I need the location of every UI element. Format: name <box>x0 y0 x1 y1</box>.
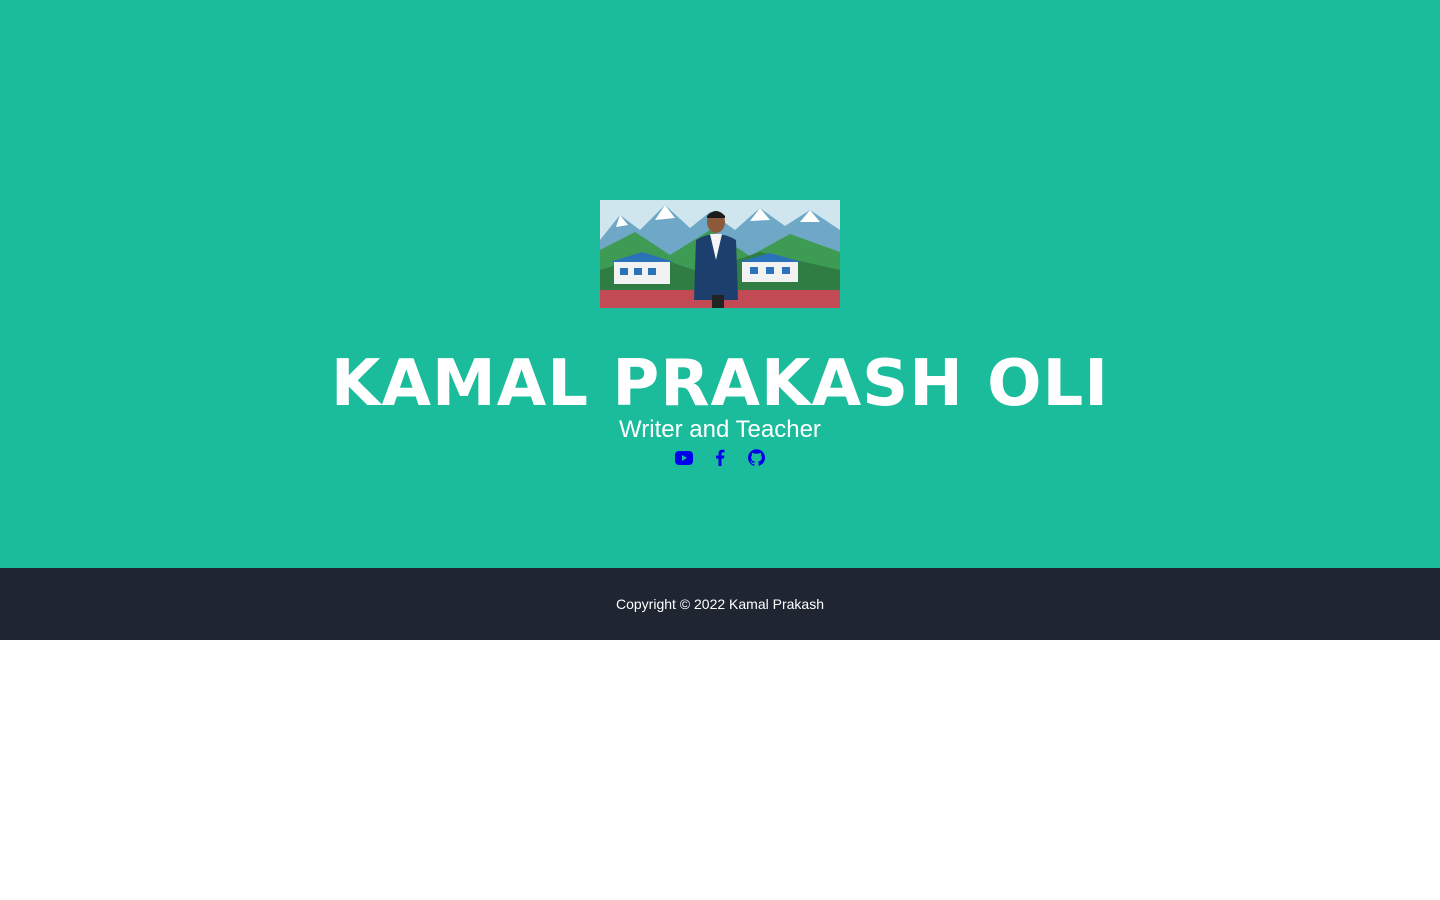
youtube-link[interactable] <box>675 449 693 471</box>
page-title: KAMAL PRAKASH OLI <box>330 347 1110 421</box>
github-link[interactable] <box>747 449 765 471</box>
tagline: Writer and Teacher <box>619 416 821 443</box>
copyright-text: Copyright © 2022 Kamal Prakash <box>616 596 824 612</box>
hero-section: KAMAL PRAKASH OLI Writer and Teacher <box>0 0 1440 568</box>
footer: Copyright © 2022 Kamal Prakash <box>0 568 1440 640</box>
social-links <box>0 449 1440 471</box>
profile-photo <box>600 200 840 308</box>
facebook-link[interactable] <box>711 449 729 471</box>
github-icon <box>747 449 765 471</box>
youtube-icon <box>675 450 693 470</box>
facebook-icon <box>715 449 725 471</box>
